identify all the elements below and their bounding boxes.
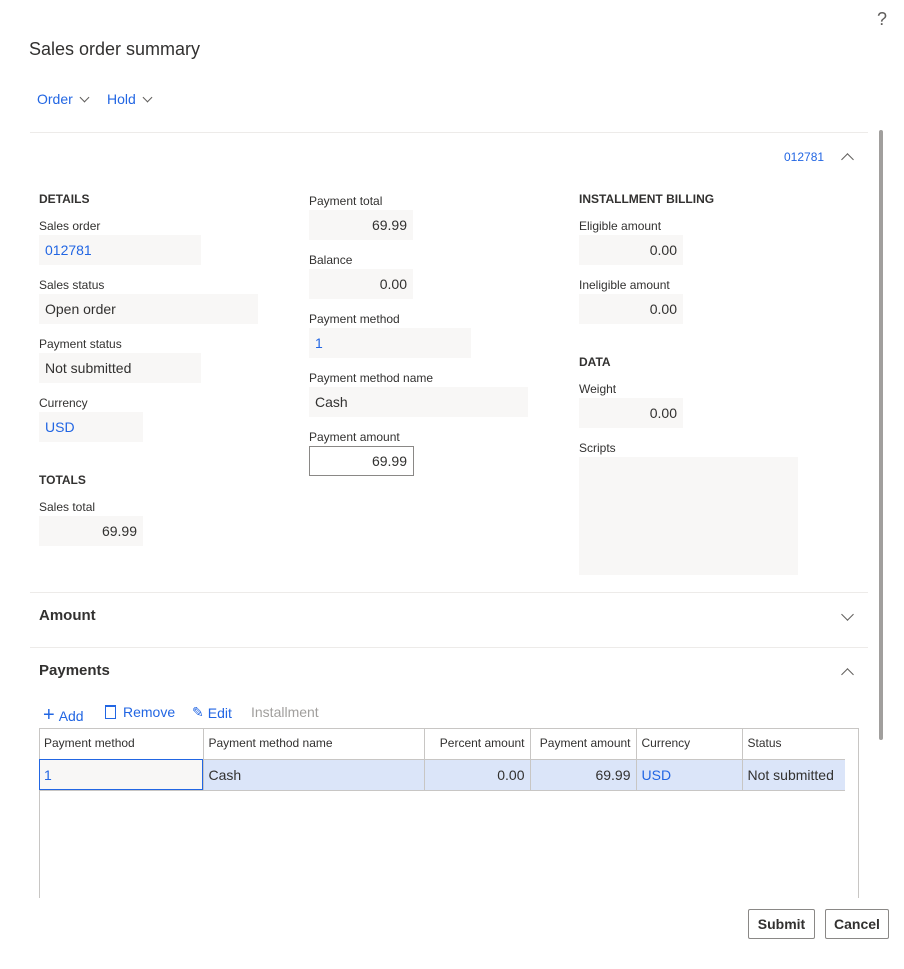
payment-status-label: Payment status (39, 337, 122, 351)
cell-payment-method[interactable]: 1 (39, 759, 203, 790)
plus-icon: + (43, 704, 55, 727)
ineligible-amount-label: Ineligible amount (579, 278, 670, 292)
payments-table: Payment method Payment method name Perce… (39, 728, 845, 791)
cell-status[interactable]: Not submitted (742, 759, 845, 790)
cell-percent-amount[interactable]: 0.00 (424, 759, 530, 790)
col-currency[interactable]: Currency (636, 728, 742, 759)
payment-amount-input[interactable]: 69.99 (309, 446, 414, 476)
installment-heading: INSTALLMENT BILLING (579, 192, 714, 206)
chevron-down-icon (79, 93, 89, 103)
payment-method-label: Payment method (309, 312, 400, 326)
help-icon[interactable]: ? (877, 9, 887, 30)
payment-amount-label: Payment amount (309, 430, 400, 444)
sales-total-field[interactable]: 69.99 (39, 516, 143, 546)
edit-button[interactable]: ✎Edit (192, 704, 232, 721)
payment-method-field[interactable]: 1 (309, 328, 471, 358)
col-payment-amount[interactable]: Payment amount (530, 728, 636, 759)
payment-total-label: Payment total (309, 194, 382, 208)
sales-order-label: Sales order (39, 219, 100, 233)
currency-field[interactable]: USD (39, 412, 143, 442)
amount-section-header[interactable]: Amount (39, 607, 96, 624)
payment-total-field[interactable]: 69.99 (309, 210, 413, 240)
balance-label: Balance (309, 253, 352, 267)
sales-order-field[interactable]: 012781 (39, 235, 201, 265)
pencil-icon: ✎ (192, 704, 204, 721)
installment-button: Installment (251, 704, 319, 720)
totals-heading: TOTALS (39, 473, 86, 487)
order-label: Order (37, 91, 73, 107)
col-payment-method-name[interactable]: Payment method name (203, 728, 424, 759)
col-payment-method[interactable]: Payment method (39, 728, 203, 759)
eligible-amount-label: Eligible amount (579, 219, 661, 233)
collapse-icon[interactable] (841, 153, 854, 166)
add-label: Add (59, 708, 84, 724)
divider (30, 592, 868, 593)
cell-payment-amount[interactable]: 69.99 (530, 759, 636, 790)
order-menu-button[interactable]: Order (37, 91, 92, 107)
scripts-label: Scripts (579, 441, 616, 455)
col-status[interactable]: Status (742, 728, 845, 759)
sales-status-label: Sales status (39, 278, 104, 292)
add-button[interactable]: +Add (43, 704, 84, 727)
divider (30, 132, 868, 133)
page-title: Sales order summary (29, 39, 200, 60)
chevron-down-icon (142, 93, 152, 103)
currency-label: Currency (39, 396, 88, 410)
trash-icon (105, 705, 116, 719)
table-row[interactable]: 1 Cash 0.00 69.99 USD Not submitted (39, 759, 845, 790)
sales-total-label: Sales total (39, 500, 95, 514)
eligible-amount-field[interactable]: 0.00 (579, 235, 683, 265)
scripts-field[interactable] (579, 457, 798, 575)
remove-button[interactable]: Remove (105, 704, 175, 720)
weight-label: Weight (579, 382, 616, 396)
hold-menu-button[interactable]: Hold (107, 91, 155, 107)
scrollbar[interactable] (879, 130, 883, 740)
ineligible-amount-field[interactable]: 0.00 (579, 294, 683, 324)
collapse-icon[interactable] (841, 668, 854, 681)
payment-status-field[interactable]: Not submitted (39, 353, 201, 383)
remove-label: Remove (123, 704, 175, 720)
cell-payment-method-name[interactable]: Cash (203, 759, 424, 790)
submit-button[interactable]: Submit (748, 909, 815, 939)
payments-section-header[interactable]: Payments (39, 662, 110, 679)
weight-field[interactable]: 0.00 (579, 398, 683, 428)
payment-method-name-field[interactable]: Cash (309, 387, 528, 417)
hold-label: Hold (107, 91, 136, 107)
edit-label: Edit (208, 705, 232, 721)
cell-currency[interactable]: USD (636, 759, 742, 790)
cancel-button[interactable]: Cancel (825, 909, 889, 939)
details-heading: DETAILS (39, 192, 89, 206)
sales-status-field[interactable]: Open order (39, 294, 258, 324)
col-percent-amount[interactable]: Percent amount (424, 728, 530, 759)
data-heading: DATA (579, 355, 611, 369)
balance-field[interactable]: 0.00 (309, 269, 413, 299)
expand-icon[interactable] (841, 608, 854, 621)
header-row: Payment method Payment method name Perce… (39, 728, 845, 759)
header-order-id: 012781 (784, 150, 824, 164)
divider (30, 647, 868, 648)
payment-method-name-label: Payment method name (309, 371, 433, 385)
